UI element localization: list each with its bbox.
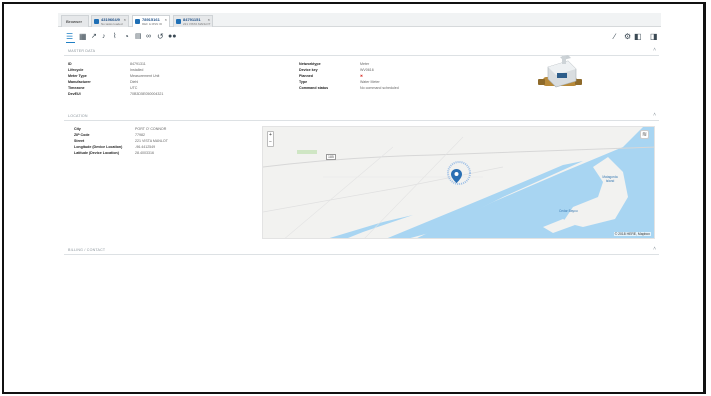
pie-icon[interactable]: ◔ <box>124 32 129 41</box>
meter-tab-icon <box>94 19 99 24</box>
chevron-up-icon[interactable]: ˄ <box>653 246 656 252</box>
bookmark-icon[interactable]: ◨ <box>650 32 658 41</box>
layers-icon[interactable]: ≋ <box>640 130 649 139</box>
island-label: Matagorda Island <box>602 175 618 183</box>
toolbar: ☰ ▦ ↗ ♪ ⌇ ◔ ▤ ∞ ↺ ●● ∕ ⚙ ◧ ◨ <box>58 29 661 45</box>
table-icon[interactable]: ▦ <box>79 32 87 41</box>
location-header[interactable]: LOCATION ˄ <box>64 112 659 121</box>
tab-device-3[interactable]: 84791151 221 VISTA MANLOT × <box>173 15 213 27</box>
tab-device-1[interactable]: 4319664/9 No tasks loaded × <box>91 15 129 27</box>
chevron-up-icon[interactable]: ˄ <box>653 112 656 118</box>
history-icon[interactable]: ↺ <box>157 32 164 41</box>
section-title: BILLING / CONTACT <box>68 248 106 252</box>
close-icon[interactable]: × <box>208 17 210 22</box>
link-icon[interactable]: ∞ <box>146 32 151 41</box>
close-icon[interactable]: × <box>165 17 167 22</box>
road-label: 185 <box>326 154 336 160</box>
list-icon[interactable]: ☰ <box>66 32 73 41</box>
bell-icon[interactable]: ♪ <box>102 32 106 41</box>
close-icon[interactable]: × <box>124 17 126 22</box>
tab-subtitle: REF & MSN ID <box>142 22 163 26</box>
field-value: 28.4003316 <box>135 151 154 155</box>
map-attribution: © 2018 HERE, Mapbox <box>613 232 651 236</box>
tab-subtitle: No tasks loaded <box>101 22 123 26</box>
island-label-2: Cedar Bayou <box>559 209 578 213</box>
zoom-out-button[interactable]: − <box>268 139 273 146</box>
screenshot-frame: Browser 4319664/9 No tasks loaded × 7891… <box>2 2 706 394</box>
field-value: 70B3D5E050004321 <box>130 92 164 96</box>
master-data-left: ID 84791311 Lifecycle Installed Meter Type… <box>68 61 248 101</box>
zoom-control: + − <box>267 131 274 147</box>
key-icon[interactable]: ◧ <box>634 32 642 41</box>
field-row: DevEUI 70B3D5E050004321 <box>68 91 248 97</box>
location-map[interactable]: + − ≋ 185 Matagorda Island Cedar Bayou ©… <box>262 126 655 239</box>
tools-icon[interactable]: ⚙ <box>624 32 631 41</box>
app-window: Browser 4319664/9 No tasks loaded × 7891… <box>58 13 661 259</box>
field-label: Command status <box>299 86 329 90</box>
users-icon[interactable]: ●● <box>168 32 176 41</box>
section-title: LOCATION <box>68 114 88 118</box>
edit-icon[interactable]: ∕ <box>614 32 615 41</box>
tab-device-2[interactable]: 78915161 REF & MSN ID × <box>132 15 170 27</box>
clipboard-icon[interactable]: ▤ <box>135 32 142 41</box>
chevron-up-icon[interactable]: ˄ <box>653 47 656 53</box>
field-row: Latitude (Device Location) 28.4003316 <box>74 150 259 156</box>
meter-tab-icon <box>176 19 181 24</box>
active-tab-indicator <box>66 42 75 43</box>
map-canvas[interactable] <box>263 127 655 239</box>
zoom-in-button[interactable]: + <box>268 132 273 139</box>
water-meter-image <box>538 55 582 88</box>
master-data-right: Networktype Meter Device key WV0616 Planne… <box>299 61 479 95</box>
field-row: Command status No command scheduled <box>299 85 479 91</box>
field-value: No command scheduled <box>360 86 399 90</box>
chart-icon[interactable]: ↗ <box>91 32 97 41</box>
billing-header[interactable]: BILLING / CONTACT ˄ <box>64 246 659 255</box>
tab-subtitle: 221 VISTA MANLOT <box>183 22 211 26</box>
section-title: MASTER DATA <box>68 49 96 53</box>
field-label: DevEUI <box>68 92 81 96</box>
map-pin-icon[interactable] <box>451 169 462 183</box>
tab-strip: Browser 4319664/9 No tasks loaded × 7891… <box>58 13 661 27</box>
tab-browser[interactable]: Browser <box>61 15 89 27</box>
meter-tab-icon <box>135 19 140 24</box>
field-label: Latitude (Device Location) <box>74 151 119 155</box>
paperclip-icon[interactable]: ⌇ <box>113 32 116 41</box>
location-fields: City PORT O' CONNOR ZIP Code 77982 Street 2… <box>74 126 259 158</box>
